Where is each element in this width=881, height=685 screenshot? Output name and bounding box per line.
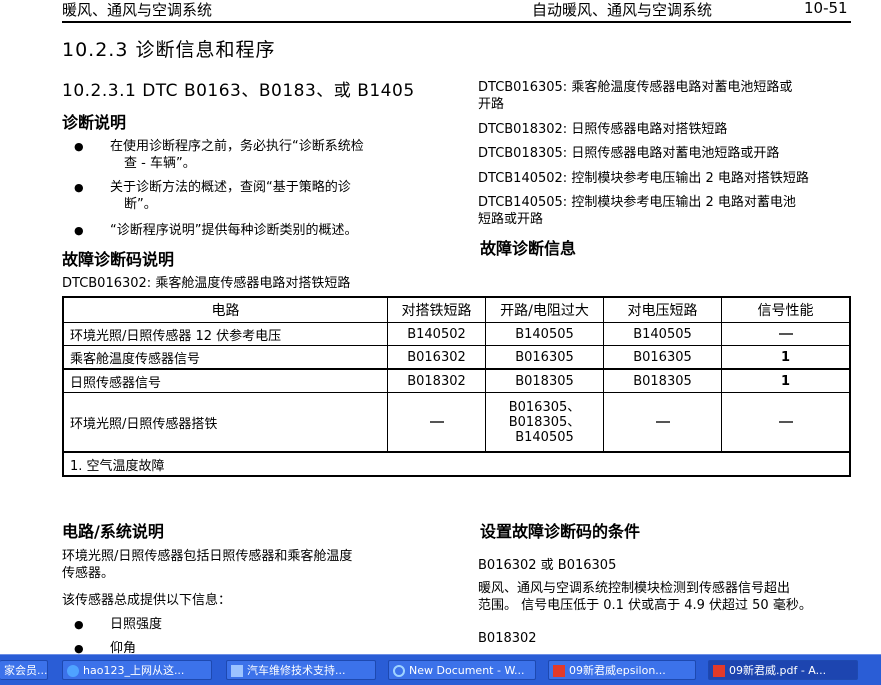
conditions-heading: 设置故障诊断码的条件 — [480, 522, 641, 541]
dash-mark: — — [778, 421, 793, 423]
bullet-dot: ● — [74, 140, 84, 153]
header-left: 暖风、通风与空调系统 — [62, 1, 213, 19]
dash-mark: — — [655, 421, 670, 423]
circuit-p2: 该传感器总成提供以下信息： — [62, 593, 232, 608]
dtc-right-4: DTCB140502: 控制模块参考电压输出 2 电路对搭铁短路 — [478, 171, 809, 186]
table-footnote-row: 1. 空气温度故障 — [62, 451, 851, 477]
cell-code: B018305 — [603, 368, 722, 393]
header-right: 自动暖风、通风与空调系统 — [532, 1, 713, 19]
browser-icon — [67, 665, 79, 677]
bullet-dot: ● — [74, 181, 84, 194]
dtc-right-2: DTCB018302: 日照传感器电路对搭铁短路 — [478, 122, 728, 137]
taskbar-item[interactable]: 汽车维修技术支持... — [226, 660, 376, 680]
cell-code: B016305 — [603, 345, 722, 370]
circuit-heading: 电路/系统说明 — [62, 522, 164, 541]
diag-desc-heading: 诊断说明 — [62, 113, 127, 132]
cell-dash: — — [721, 322, 851, 346]
th-open: 开路/电阻过大 — [485, 296, 604, 323]
table-row: 环境光照/日照传感器搭铁 — B016305、 B018305、 B140505… — [62, 392, 851, 453]
taskbar-item-label: 09新君威.pdf - A... — [729, 664, 827, 677]
table-row: 日照传感器信号 B018302 B018305 B018305 1 — [62, 368, 851, 393]
taskbar-item[interactable]: New Document - W... — [388, 660, 536, 680]
conditions-code-1: B016302 或 B016305 — [478, 558, 617, 573]
conditions-text-1-line-1: 暖风、通风与空调系统控制模块检测到传感器信号超出 — [478, 581, 791, 596]
taskbar: 家会员... hao123_上网从这... 汽车维修技术支持... New Do… — [0, 654, 881, 685]
taskbar-item[interactable]: 家会员... — [0, 660, 48, 680]
cell-circuit: 日照传感器信号 — [62, 368, 388, 393]
table-header-row: 电路 对搭铁短路 开路/电阻过大 对电压短路 信号性能 — [62, 296, 851, 323]
taskbar-item-label: 汽车维修技术支持... — [247, 664, 346, 677]
cell-dash: — — [721, 392, 851, 453]
conditions-code-2: B018302 — [478, 631, 537, 646]
dtc-right-5-line-2: 短路或开路 — [478, 212, 544, 227]
taskbar-item-label: New Document - W... — [409, 664, 525, 677]
cell-code: B016305 — [485, 345, 604, 370]
dtc-table: 电路 对搭铁短路 开路/电阻过大 对电压短路 信号性能 环境光照/日照传感器 1… — [62, 296, 851, 477]
cell-code: B140502 — [387, 322, 486, 346]
table-row: 乘客舱温度传感器信号 B016302 B016305 B016305 1 — [62, 345, 851, 370]
subsection-title: 10.2.3.1 DTC B0163、B0183、或 B1405 — [62, 81, 415, 101]
diag-bullet-3: “诊断程序说明”提供每种诊断类别的概述。 — [110, 223, 358, 238]
app-icon — [231, 665, 243, 677]
taskbar-item-label: hao123_上网从这... — [83, 664, 185, 677]
diag-bullet-1-line-1: 在使用诊断程序之前，务必执行“诊断系统检 — [110, 139, 364, 154]
dtc-first: DTCB016302: 乘客舱温度传感器电路对搭铁短路 — [62, 276, 351, 291]
th-signal-perf: 信号性能 — [721, 296, 851, 323]
th-short-voltage: 对电压短路 — [603, 296, 722, 323]
conditions-text-1-line-2: 范围。 信号电压低于 0.1 伏或高于 4.9 伏超过 50 毫秒。 — [478, 598, 812, 613]
circuit-p1-line-2: 传感器。 — [62, 566, 115, 581]
th-circuit: 电路 — [62, 296, 388, 323]
diag-bullet-2-line-2: 断”。 — [124, 197, 157, 212]
taskbar-item-label: 09新君威epsilon... — [569, 664, 666, 677]
diag-bullet-1-line-2: 查 - 车辆”。 — [124, 156, 196, 171]
section-title: 10.2.3 诊断信息和程序 — [62, 39, 276, 61]
cell-footnote-ref: 1 — [721, 345, 851, 370]
th-short-ground: 对搭铁短路 — [387, 296, 486, 323]
table-footnote: 1. 空气温度故障 — [62, 451, 851, 477]
cell-circuit: 环境光照/日照传感器搭铁 — [62, 392, 388, 453]
ie-icon — [393, 665, 405, 677]
page-number: 10-51 — [804, 0, 848, 17]
taskbar-item[interactable]: 09新君威epsilon... — [548, 660, 696, 680]
circuit-p1-line-1: 环境光照/日照传感器包括日照传感器和乘客舱温度 — [62, 549, 353, 564]
header-rule — [62, 21, 851, 23]
dtc-right-1-line-1: DTCB016305: 乘客舱温度传感器电路对蓄电池短路或 — [478, 80, 793, 95]
taskbar-item-label: 家会员... — [4, 664, 48, 677]
dash-mark: — — [778, 333, 793, 335]
cell-code: B016302 — [387, 345, 486, 370]
dtc-right-1-line-2: 开路 — [478, 97, 505, 112]
bullet-dot: ● — [74, 224, 84, 237]
table-row: 环境光照/日照传感器 12 伏参考电压 B140502 B140505 B140… — [62, 322, 851, 346]
cell-footnote-ref: 1 — [721, 368, 851, 393]
cell-code: B018302 — [387, 368, 486, 393]
cell-code: B140505 — [603, 322, 722, 346]
dtc-right-3: DTCB018305: 日照传感器电路对蓄电池短路或开路 — [478, 146, 780, 161]
cell-dash: — — [603, 392, 722, 453]
cell-dash: — — [387, 392, 486, 453]
diag-bullet-2-line-1: 关于诊断方法的概述，查阅“基于策略的诊 — [110, 180, 351, 195]
dtc-right-5-line-1: DTCB140505: 控制模块参考电压输出 2 电路对蓄电池 — [478, 195, 796, 210]
pdf-icon — [553, 665, 565, 677]
bullet-dot: ● — [74, 618, 84, 631]
dash-mark: — — [429, 421, 444, 423]
dtc-info-heading: 故障诊断信息 — [480, 239, 577, 258]
dtc-desc-heading: 故障诊断码说明 — [62, 250, 175, 269]
taskbar-item[interactable]: hao123_上网从这... — [62, 660, 212, 680]
cell-circuit: 环境光照/日照传感器 12 伏参考电压 — [62, 322, 388, 346]
taskbar-item-active[interactable]: 09新君威.pdf - A... — [708, 660, 858, 680]
cell-circuit: 乘客舱温度传感器信号 — [62, 345, 388, 370]
cell-code: B018305 — [485, 368, 604, 393]
circuit-bullet-1: 日照强度 — [110, 617, 163, 632]
pdf-icon — [713, 665, 725, 677]
cell-code: B140505 — [485, 322, 604, 346]
cell-code-list: B016305、 B018305、 B140505 — [485, 392, 604, 453]
